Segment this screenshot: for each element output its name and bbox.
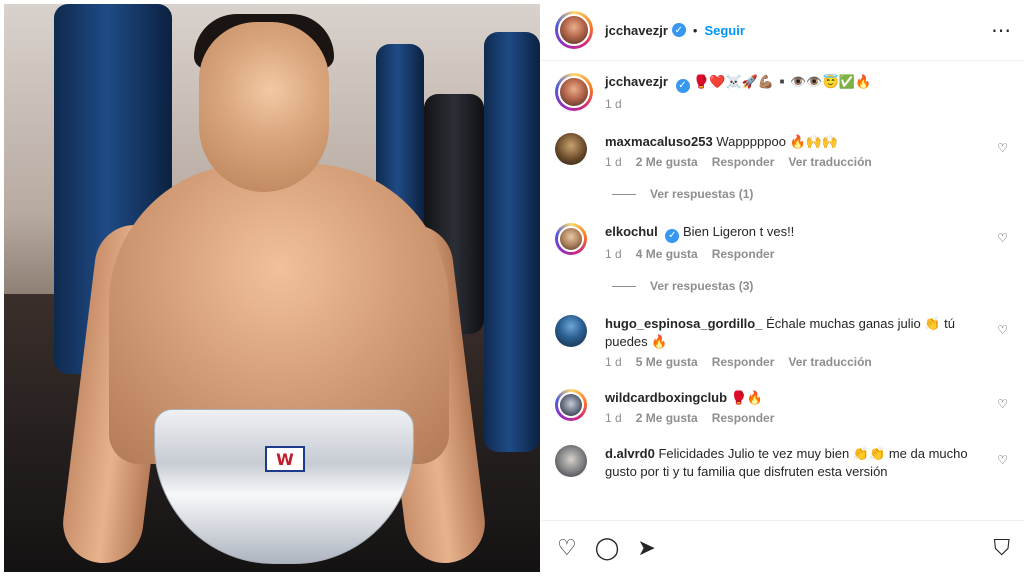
comment-item: maxmacaluso253 Wapppppoo 🔥🙌🙌 1 d 2 Me gu…	[555, 133, 1014, 169]
comment-time: 1 d	[605, 247, 622, 261]
post-photo[interactable]: W	[4, 4, 540, 572]
comment-username[interactable]: elkochul	[605, 224, 658, 239]
boxer-figure: W	[58, 4, 490, 572]
view-replies-button[interactable]: Ver respuestas (3)	[612, 279, 1014, 293]
caption-meta: 1 d	[605, 97, 1014, 111]
comment-meta: 1 d 2 Me gusta Responder Ver traducción	[605, 155, 980, 169]
view-replies-label[interactable]: Ver respuestas (3)	[650, 279, 753, 293]
post-username[interactable]: jcchavezjr	[605, 23, 668, 38]
belt-logo: W	[265, 446, 305, 472]
view-replies-label[interactable]: Ver respuestas (1)	[650, 187, 753, 201]
heart-icon[interactable]: ♡	[997, 141, 1008, 155]
comment-text-col: hugo_espinosa_gordillo_ Échale muchas ga…	[605, 315, 1014, 369]
commenter-avatar[interactable]	[555, 133, 587, 165]
comment-username[interactable]: d.alvrd0	[605, 446, 655, 461]
reply-button[interactable]: Responder	[712, 247, 775, 261]
comment-text: 🥊🔥	[730, 390, 764, 405]
comment-text-col: d.alvrd0 Felicidades Julio te vez muy bi…	[605, 445, 1014, 481]
boxer-head	[199, 22, 329, 192]
comment-icon[interactable]: ◯	[595, 536, 620, 561]
verified-badge-icon: ✓	[675, 79, 690, 93]
share-icon[interactable]: ➤	[637, 536, 655, 561]
bookmark-icon[interactable]: ⛉	[993, 536, 1010, 561]
heart-icon[interactable]: ♡	[997, 453, 1008, 467]
comment-item: wildcardboxingclub 🥊🔥 1 d 2 Me gusta Res…	[555, 389, 1014, 425]
comment-username[interactable]: maxmacaluso253	[605, 134, 713, 149]
punching-bag	[484, 32, 540, 452]
caption-username[interactable]: jcchavezjr	[605, 74, 668, 89]
protective-belt: W	[154, 409, 414, 564]
comment-likes[interactable]: 5 Me gusta	[636, 355, 698, 369]
caption-text-col: jcchavezjr ✓ 🥊❤️☠️🚀💪🏽▪️👁️👁️😇✅🔥 1 d	[605, 73, 1014, 111]
comment-line: maxmacaluso253 Wapppppoo 🔥🙌🙌	[605, 133, 980, 151]
caption-line: jcchavezjr ✓ 🥊❤️☠️🚀💪🏽▪️👁️👁️😇✅🔥	[605, 73, 1014, 93]
heart-icon[interactable]: ♡	[557, 536, 577, 561]
heart-icon[interactable]: ♡	[997, 231, 1008, 245]
translate-button[interactable]: Ver traducción	[788, 355, 871, 369]
comment-text-col: maxmacaluso253 Wapppppoo 🔥🙌🙌 1 d 2 Me gu…	[605, 133, 1014, 169]
commenter-avatar[interactable]	[555, 445, 587, 477]
comment-item: hugo_espinosa_gordillo_ Échale muchas ga…	[555, 315, 1014, 369]
comment-likes[interactable]: 2 Me gusta	[636, 155, 698, 169]
comment-time: 1 d	[605, 355, 622, 369]
comment-line: d.alvrd0 Felicidades Julio te vez muy bi…	[605, 445, 980, 481]
commenter-avatar[interactable]	[555, 315, 587, 347]
separator-dot: •	[692, 22, 698, 38]
translate-button[interactable]: Ver traducción	[788, 155, 871, 169]
instagram-post: W jcchavezjr ✓ • Seguir ⋯ jcchavezjr ✓ 🥊…	[0, 0, 1024, 576]
more-horizontal-icon[interactable]: ⋯	[991, 18, 1012, 42]
comment-line: wildcardboxingclub 🥊🔥	[605, 389, 980, 407]
comment-line: elkochul ✓ Bien Ligeron t ves!!	[605, 223, 980, 243]
comment-likes[interactable]: 2 Me gusta	[636, 411, 698, 425]
comment-meta: 1 d 4 Me gusta Responder	[605, 247, 980, 261]
verified-badge-icon: ✓	[665, 229, 680, 243]
comment-text: Felicidades Julio te vez muy bien 👏👏 me …	[605, 446, 968, 479]
heart-icon[interactable]: ♡	[997, 397, 1008, 411]
post-caption: jcchavezjr ✓ 🥊❤️☠️🚀💪🏽▪️👁️👁️😇✅🔥 1 d	[555, 73, 1014, 111]
comment-likes[interactable]: 4 Me gusta	[636, 247, 698, 261]
commenter-avatar[interactable]	[555, 389, 587, 421]
comment-text: Wapppppoo 🔥🙌🙌	[716, 134, 839, 149]
caption-text: 🥊❤️☠️🚀💪🏽▪️👁️👁️😇✅🔥	[693, 74, 872, 89]
comment-text-col: wildcardboxingclub 🥊🔥 1 d 2 Me gusta Res…	[605, 389, 1014, 425]
view-replies-button[interactable]: Ver respuestas (1)	[612, 187, 1014, 201]
post-header: jcchavezjr ✓ • Seguir ⋯	[541, 0, 1024, 61]
comment-text: Bien Ligeron t ves!!	[683, 224, 795, 239]
comment-time: 1 d	[605, 411, 622, 425]
profile-avatar[interactable]	[555, 11, 593, 49]
verified-badge-icon: ✓	[671, 23, 686, 37]
caption-avatar[interactable]	[555, 73, 593, 111]
post-side-panel: jcchavezjr ✓ • Seguir ⋯ jcchavezjr ✓ 🥊❤️…	[541, 0, 1024, 576]
reply-button[interactable]: Responder	[712, 155, 775, 169]
comment-username[interactable]: wildcardboxingclub	[605, 390, 727, 405]
comment-time: 1 d	[605, 155, 622, 169]
comment-item: elkochul ✓ Bien Ligeron t ves!! 1 d 4 Me…	[555, 223, 1014, 261]
heart-icon[interactable]: ♡	[997, 323, 1008, 337]
replies-divider	[612, 285, 636, 287]
caption-time: 1 d	[605, 97, 622, 111]
comments-section: jcchavezjr ✓ 🥊❤️☠️🚀💪🏽▪️👁️👁️😇✅🔥 1 d maxma…	[541, 61, 1024, 516]
comment-line: hugo_espinosa_gordillo_ Échale muchas ga…	[605, 315, 980, 351]
commenter-avatar[interactable]	[555, 223, 587, 255]
comment-text-col: elkochul ✓ Bien Ligeron t ves!! 1 d 4 Me…	[605, 223, 1014, 261]
follow-button[interactable]: Seguir	[704, 23, 744, 38]
reply-button[interactable]: Responder	[712, 355, 775, 369]
comment-item: d.alvrd0 Felicidades Julio te vez muy bi…	[555, 445, 1014, 481]
post-actions-bar: ♡ ◯ ➤ ⛉	[541, 520, 1024, 576]
comment-username[interactable]: hugo_espinosa_gordillo_	[605, 316, 762, 331]
comment-meta: 1 d 2 Me gusta Responder	[605, 411, 980, 425]
comment-meta: 1 d 5 Me gusta Responder Ver traducción	[605, 355, 980, 369]
replies-divider	[612, 193, 636, 195]
reply-button[interactable]: Responder	[712, 411, 775, 425]
